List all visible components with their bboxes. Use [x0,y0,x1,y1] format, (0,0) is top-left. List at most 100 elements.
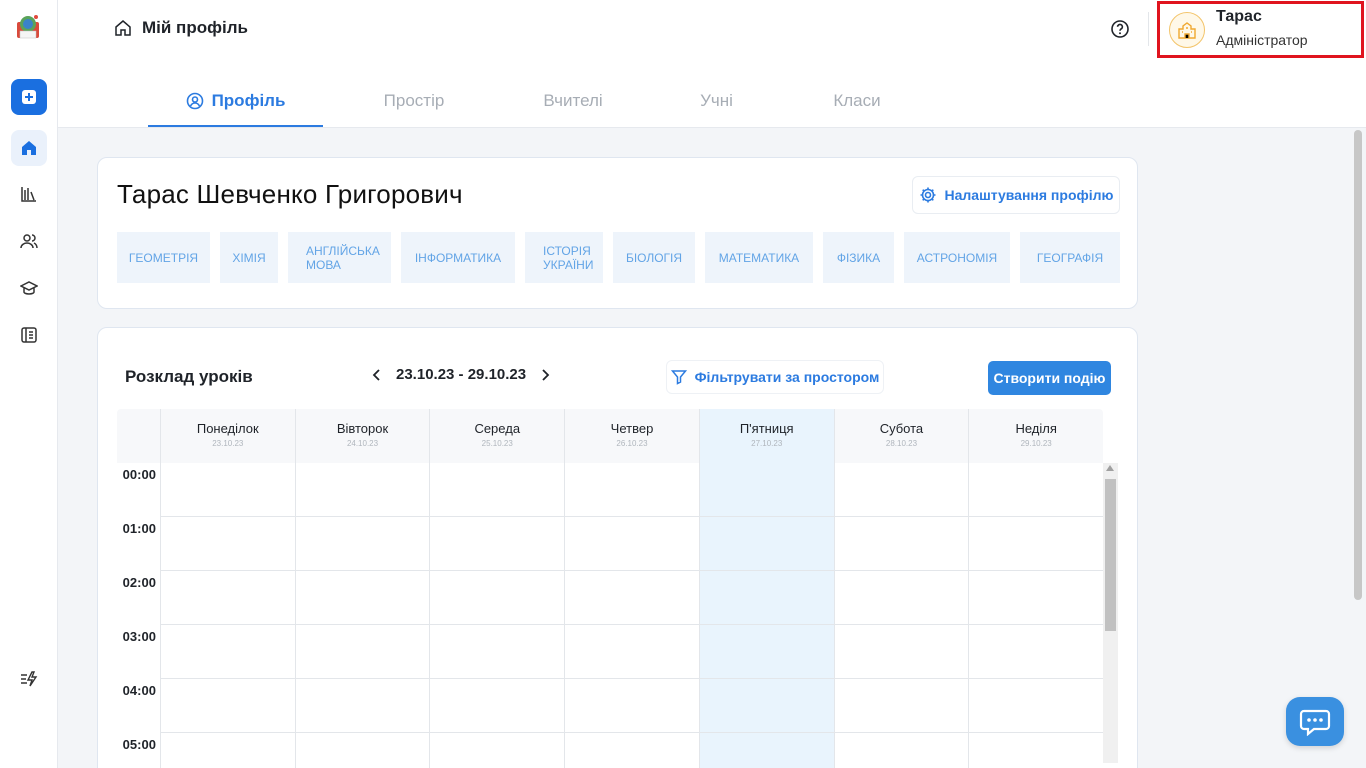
graduation-cap-icon [20,281,38,295]
time-slot[interactable] [429,463,565,517]
time-slot[interactable] [968,517,1103,571]
tab-space[interactable]: Простір [323,80,505,127]
time-slot[interactable] [294,463,430,517]
help-icon[interactable] [1110,19,1130,39]
subject-tag: ІСТОРІЯ УКРАЇНИ [525,232,603,283]
hour-row: 01:00 [117,517,1103,571]
time-slot[interactable] [564,571,699,625]
add-button[interactable] [11,79,47,115]
day-date: 29.10.23 [1020,439,1052,448]
filter-label: Фільтрувати за простором [694,369,880,385]
user-circle-icon [186,92,203,110]
sidebar-item-users[interactable] [11,223,47,259]
time-slot[interactable] [698,733,834,768]
time-slot[interactable] [833,463,969,517]
hour-label: 02:00 [122,575,156,590]
divider [1148,12,1149,46]
time-slot[interactable] [698,679,834,733]
time-slot[interactable] [564,625,699,679]
time-slot[interactable] [968,625,1103,679]
time-slot[interactable] [429,733,564,768]
user-menu[interactable]: Тарас Адміністратор [1157,1,1364,58]
day-name: П'ятниця [739,421,794,436]
profile-settings-button[interactable]: Налаштування профілю [912,176,1120,214]
create-event-button[interactable]: Створити подію [988,361,1111,395]
time-slot[interactable] [159,571,295,625]
time-slot[interactable] [159,517,295,571]
day-header: Четвер 26.10.23 [564,409,699,463]
time-slot[interactable] [294,733,430,768]
time-slot[interactable] [698,571,834,625]
tab-students[interactable]: Учні [641,80,792,127]
time-slot[interactable] [833,733,969,768]
week-navigator: 23.10.23 - 29.10.23 [370,366,552,383]
time-slot[interactable] [833,679,969,733]
day-name: Субота [879,421,924,436]
time-slot[interactable] [294,571,430,625]
time-slot[interactable] [833,517,969,571]
topbar: Мій профіль Тарас Адміністратор Профіль … [58,0,1366,128]
calendar-scrollbar[interactable] [1103,463,1118,763]
time-slot[interactable] [159,625,295,679]
time-slot[interactable] [968,733,1103,768]
time-slot[interactable] [564,517,699,571]
time-slot[interactable] [968,571,1103,625]
day-name: Середа [474,421,521,436]
hour-label: 03:00 [122,629,156,644]
tab-teachers[interactable]: Вчителі [505,80,641,127]
sidebar-item-students[interactable] [11,270,47,306]
scroll-up-arrow[interactable] [1106,465,1114,471]
settings-label: Налаштування профілю [944,187,1114,203]
time-slot[interactable] [294,625,430,679]
time-slot[interactable] [159,733,295,768]
time-slot[interactable] [564,733,699,768]
time-slot[interactable] [968,679,1103,733]
time-slot[interactable] [833,571,969,625]
home-icon [115,20,131,36]
subject-tag: ХІМІЯ [220,232,278,283]
tab-profile[interactable]: Профіль [148,80,323,127]
week-range: 23.10.23 - 29.10.23 [396,366,527,383]
time-slot[interactable] [429,625,565,679]
time-slot[interactable] [429,571,565,625]
time-slot[interactable] [159,463,295,517]
time-slot[interactable] [564,463,699,517]
day-date: 23.10.23 [212,439,244,448]
sidebar-item-library[interactable] [11,176,47,212]
library-icon [21,187,36,202]
time-slot[interactable] [698,517,834,571]
time-slot[interactable] [429,517,565,571]
time-slot[interactable] [833,625,969,679]
time-slot[interactable] [564,679,699,733]
hour-label: 01:00 [122,521,156,536]
page-title: Мій профіль [142,18,248,37]
chat-button[interactable] [1286,697,1344,746]
chevron-right-icon[interactable] [538,368,552,382]
time-slot[interactable] [698,463,834,517]
profile-card: Тарас Шевченко Григорович Налаштування п… [97,157,1138,309]
avatar [1169,11,1205,48]
tab-classes[interactable]: Класи [792,80,922,127]
page-scrollbar[interactable] [1354,130,1362,600]
sidebar-item-home[interactable] [11,130,47,166]
journal-icon [21,327,37,343]
schedule-title: Розклад уроків [125,367,253,386]
time-slot[interactable] [294,517,430,571]
time-slot[interactable] [294,679,430,733]
day-name: Вівторок [336,421,389,436]
day-date: 25.10.23 [481,439,513,448]
time-slot[interactable] [968,463,1103,517]
chevron-left-icon[interactable] [370,368,384,382]
calendar-grid: 00:00 01:00 02:00 03:00 04:00 05:00 [117,463,1103,768]
time-slot[interactable] [698,625,834,679]
sidebar-item-journal[interactable] [11,317,47,353]
sidebar-item-quick-actions[interactable] [11,661,47,697]
time-slot[interactable] [159,679,295,733]
filter-by-space-button[interactable]: Фільтрувати за простором [666,360,884,394]
time-slot[interactable] [429,679,565,733]
day-name: Неділя [1015,421,1057,436]
subject-tag: АСТРОНОМІЯ [904,232,1010,283]
subject-tag: МАТЕМАТИКА [705,232,813,283]
app-logo[interactable] [14,13,42,41]
scroll-thumb[interactable] [1105,479,1116,631]
